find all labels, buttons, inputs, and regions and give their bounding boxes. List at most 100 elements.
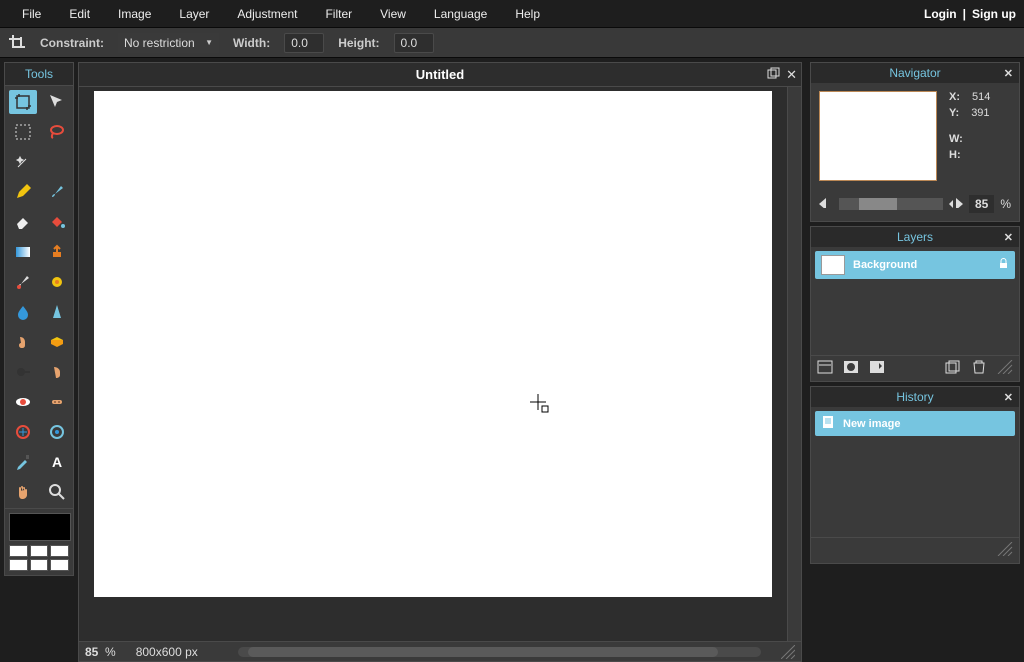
nav-y: 391 [971, 107, 989, 119]
swatch[interactable] [50, 559, 69, 571]
resize-grip-icon[interactable] [997, 360, 1013, 377]
eraser-tool[interactable] [9, 210, 37, 234]
layer-styles-icon[interactable] [869, 360, 885, 377]
layer-name: Background [853, 259, 990, 271]
bloat-tool[interactable] [9, 420, 37, 444]
swatch[interactable] [30, 559, 49, 571]
close-icon[interactable]: ✕ [786, 67, 797, 83]
zoom-slider[interactable] [839, 198, 943, 210]
navigator-preview[interactable] [819, 91, 937, 181]
close-icon[interactable]: ✕ [1004, 391, 1013, 404]
lasso-tool[interactable] [43, 120, 71, 144]
new-layer-icon[interactable] [817, 360, 833, 377]
width-input[interactable] [284, 33, 324, 53]
history-name: New image [843, 418, 900, 430]
right-panels: Navigator ✕ X:514 Y:391 W: H: 85 % [806, 58, 1024, 662]
pinch-tool[interactable] [43, 420, 71, 444]
paint-bucket-tool[interactable] [43, 210, 71, 234]
width-label: Width: [233, 36, 270, 50]
dodge-tool[interactable] [9, 360, 37, 384]
signup-link[interactable]: Sign up [972, 7, 1016, 21]
swatch[interactable] [9, 559, 28, 571]
zoom-value: 85 [969, 195, 994, 213]
color-replace-tool[interactable] [9, 270, 37, 294]
layer-item[interactable]: Background [815, 251, 1015, 279]
canvas-viewport [79, 87, 787, 641]
delete-layer-icon[interactable] [971, 360, 987, 377]
zoom-tool[interactable] [43, 480, 71, 504]
gradient-tool[interactable] [9, 240, 37, 264]
svg-text:A: A [52, 454, 62, 470]
menu-filter[interactable]: Filter [311, 1, 366, 27]
smudge-tool[interactable] [9, 330, 37, 354]
menu-layer[interactable]: Layer [165, 1, 223, 27]
vertical-scrollbar[interactable] [787, 87, 801, 641]
tools-panel: Tools A [0, 58, 78, 662]
menu-adjustment[interactable]: Adjustment [223, 1, 311, 27]
resize-grip-icon[interactable] [781, 645, 795, 659]
brush-tool[interactable] [43, 180, 71, 204]
nav-x: 514 [972, 91, 990, 103]
canvas[interactable] [94, 91, 772, 597]
blur-tool[interactable] [9, 300, 37, 324]
marquee-tool[interactable] [9, 120, 37, 144]
zoom-out-icon[interactable] [819, 197, 833, 211]
resize-grip-icon[interactable] [997, 542, 1013, 559]
history-title: History [896, 390, 933, 404]
history-panel: History ✕ New image [810, 386, 1020, 564]
close-icon[interactable]: ✕ [1004, 231, 1013, 244]
workspace: Tools A [0, 58, 1024, 662]
document-icon [821, 415, 835, 432]
sharpen-tool[interactable] [43, 300, 71, 324]
history-item[interactable]: New image [815, 411, 1015, 436]
constraint-label: Constraint: [40, 36, 104, 50]
menu-language[interactable]: Language [420, 1, 501, 27]
type-tool[interactable]: A [43, 450, 71, 474]
login-link[interactable]: Login [924, 7, 957, 21]
red-eye-tool[interactable] [9, 390, 37, 414]
swatch[interactable] [50, 545, 69, 557]
height-input[interactable] [394, 33, 434, 53]
canvas-area: Untitled ✕ 85 % 800x600 px [78, 58, 806, 662]
canvas-dimensions: 800x600 px [136, 645, 198, 659]
pencil-tool[interactable] [9, 180, 37, 204]
menu-file[interactable]: File [8, 1, 55, 27]
restore-icon[interactable] [767, 67, 780, 83]
move-tool[interactable] [43, 90, 71, 114]
auth-links: Login | Sign up [924, 7, 1016, 21]
tools-grid: A [4, 85, 74, 509]
spot-heal-tool[interactable] [43, 390, 71, 414]
canvas-titlebar: Untitled ✕ [78, 62, 802, 86]
menu-help[interactable]: Help [501, 1, 554, 27]
swatch[interactable] [30, 545, 49, 557]
menubar-left: File Edit Image Layer Adjustment Filter … [8, 1, 554, 27]
layer-thumbnail [821, 255, 845, 275]
duplicate-layer-icon[interactable] [945, 360, 961, 377]
menu-image[interactable]: Image [104, 1, 165, 27]
layer-mask-icon[interactable] [843, 360, 859, 377]
draw-tool[interactable] [43, 270, 71, 294]
empty-tool [43, 150, 71, 174]
burn-tool[interactable] [43, 360, 71, 384]
colorpicker-tool[interactable] [9, 450, 37, 474]
sponge-tool[interactable] [43, 330, 71, 354]
menu-edit[interactable]: Edit [55, 1, 104, 27]
clone-tool[interactable] [43, 240, 71, 264]
foreground-color[interactable] [9, 513, 71, 541]
optionbar: Constraint: No restriction Width: Height… [0, 28, 1024, 58]
horizontal-scrollbar[interactable] [238, 647, 761, 657]
lock-icon[interactable] [998, 258, 1009, 272]
crop-tool[interactable] [9, 90, 37, 114]
menu-view[interactable]: View [366, 1, 420, 27]
close-icon[interactable]: ✕ [1004, 67, 1013, 80]
hand-tool[interactable] [9, 480, 37, 504]
layers-panel: Layers ✕ Background [810, 226, 1020, 382]
constraint-select[interactable]: No restriction [118, 33, 219, 53]
swatch[interactable] [9, 545, 28, 557]
wand-tool[interactable] [9, 150, 37, 174]
crop-icon [8, 34, 26, 52]
canvas-container [78, 86, 802, 642]
document-title: Untitled [416, 67, 464, 82]
divider: | [963, 7, 966, 21]
zoom-in-icon[interactable] [949, 197, 963, 211]
